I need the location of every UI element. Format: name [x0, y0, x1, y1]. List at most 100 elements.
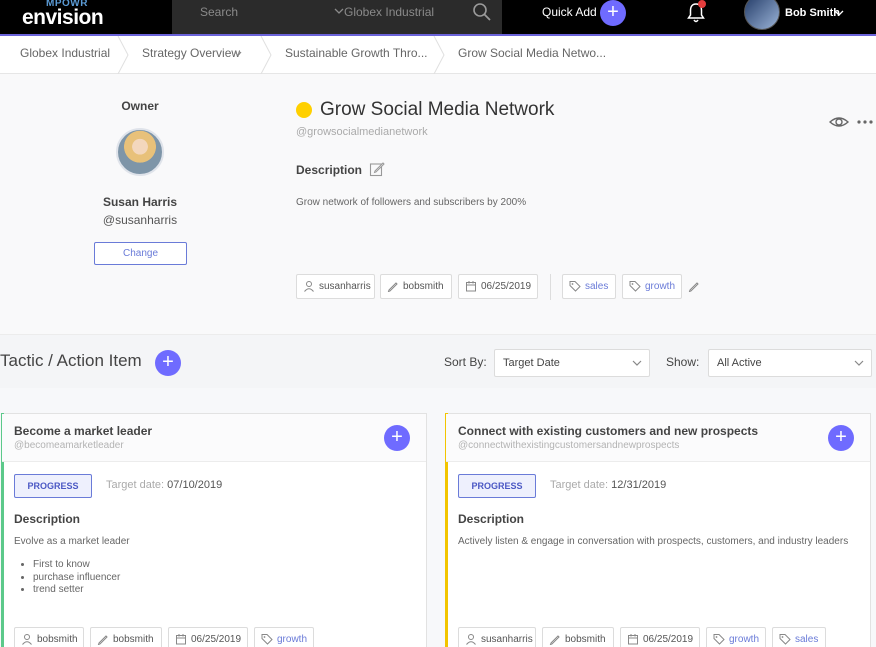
sort-by-select[interactable]: Target Date — [494, 349, 650, 377]
card-title[interactable]: Become a market leader — [14, 424, 152, 438]
tag-chip-growth[interactable]: growth — [254, 627, 314, 647]
change-owner-button[interactable]: Change — [94, 242, 187, 265]
breadcrumb-item-strategy[interactable]: Strategy Overview — [142, 46, 240, 60]
owner-label: Owner — [121, 99, 159, 113]
logo-envision-text: envision — [22, 6, 104, 29]
chevron-down-icon[interactable] — [233, 49, 243, 59]
add-action-item-button[interactable]: + — [384, 425, 410, 451]
chip-label: bobsmith — [37, 634, 78, 645]
chip-label: growth — [645, 281, 676, 292]
list-item: trend setter — [33, 584, 120, 597]
card-header: Become a market leader @becomeamarketlea… — [2, 414, 426, 462]
more-options-icon[interactable] — [856, 114, 874, 130]
card-description: Actively listen & engage in conversation… — [458, 536, 849, 547]
tactic-card[interactable]: Become a market leader @becomeamarketlea… — [1, 413, 427, 647]
user-avatar[interactable] — [744, 0, 780, 30]
target-date: Target date: 12/31/2019 — [550, 479, 666, 491]
owner-chip[interactable]: bobsmith — [14, 627, 84, 647]
owner-avatar — [116, 128, 164, 176]
user-name[interactable]: Bob Smith — [785, 7, 840, 19]
editor-chip[interactable]: bobsmith — [90, 627, 162, 647]
tactic-toolbar: Tactic / Action Item + Sort By: Target D… — [0, 334, 876, 388]
quick-add-button[interactable]: + — [600, 0, 626, 26]
user-icon — [22, 634, 32, 645]
search-bar[interactable]: Search Globex Industrial — [172, 0, 502, 34]
chip-label: 06/25/2019 — [481, 281, 532, 292]
chip-label: growth — [729, 634, 760, 645]
target-date-value: 07/10/2019 — [167, 479, 223, 491]
chevron-down-icon — [632, 360, 642, 366]
chip-divider — [550, 274, 551, 300]
target-date-value: 12/31/2019 — [611, 479, 667, 491]
tag-icon — [713, 634, 725, 645]
tag-icon — [261, 634, 273, 645]
editor-chip[interactable]: bobsmith — [380, 274, 452, 299]
edit-tags-icon[interactable] — [688, 280, 700, 292]
user-icon — [466, 634, 476, 645]
list-item: First to know — [33, 559, 120, 572]
top-navigation-bar: MPOWR envision Search Globex Industrial … — [0, 0, 876, 36]
card-header: Connect with existing customers and new … — [446, 414, 870, 462]
tag-chip-sales[interactable]: sales — [772, 627, 826, 647]
breadcrumb-item-objective[interactable]: Sustainable Growth Thro... — [285, 46, 428, 60]
chip-label: susanharris — [481, 634, 533, 645]
card-description: Evolve as a market leader — [14, 536, 130, 547]
date-chip[interactable]: 06/25/2019 — [620, 627, 700, 647]
status-badge[interactable]: PROGRESS — [14, 474, 92, 498]
chip-label: 06/25/2019 — [191, 634, 242, 645]
search-icon[interactable] — [472, 2, 492, 22]
description-label: Description — [458, 512, 525, 526]
pencil-icon — [549, 635, 560, 645]
owner-chip[interactable]: susanharris — [458, 627, 536, 647]
search-input[interactable]: Search — [200, 5, 238, 19]
breadcrumb-separator — [117, 36, 129, 74]
breadcrumb-item-goal[interactable]: Grow Social Media Netwo... — [458, 46, 606, 60]
goal-description: Grow network of followers and subscriber… — [296, 197, 527, 208]
chip-label: sales — [795, 634, 819, 645]
card-title[interactable]: Connect with existing customers and new … — [458, 424, 758, 438]
pencil-icon — [97, 635, 108, 645]
chip-label: bobsmith — [565, 634, 606, 645]
add-tactic-button[interactable]: + — [155, 350, 181, 376]
status-indicator[interactable] — [296, 102, 312, 118]
description-label: Description — [14, 512, 81, 526]
tag-chip-growth[interactable]: growth — [622, 274, 682, 299]
description-label: Description — [296, 163, 363, 177]
tactic-card[interactable]: Connect with existing customers and new … — [445, 413, 871, 647]
tag-chip-sales[interactable]: sales — [562, 274, 616, 299]
breadcrumb-item-org[interactable]: Globex Industrial — [20, 46, 110, 60]
bullet-list: First to know purchase influencer trend … — [33, 559, 120, 597]
calendar-icon — [176, 634, 186, 645]
date-chip[interactable]: 06/25/2019 — [168, 627, 248, 647]
tag-icon — [569, 281, 581, 292]
chip-label: sales — [585, 281, 609, 292]
chip-label: susanharris — [319, 281, 371, 292]
date-chip[interactable]: 06/25/2019 — [458, 274, 538, 299]
status-badge[interactable]: PROGRESS — [458, 474, 536, 498]
notification-badge — [698, 0, 706, 8]
chip-label: 06/25/2019 — [643, 634, 694, 645]
tag-chip-growth[interactable]: growth — [706, 627, 766, 647]
show-label: Show: — [666, 355, 700, 369]
quick-add-label[interactable]: Quick Add — [542, 5, 597, 19]
owner-chip[interactable]: susanharris — [296, 274, 375, 299]
tag-icon — [779, 634, 791, 645]
organization-selector[interactable]: Globex Industrial — [344, 5, 434, 19]
chip-label: growth — [277, 634, 308, 645]
goal-header: Owner Susan Harris @susanharris Change G… — [0, 74, 876, 334]
target-date: Target date: 07/10/2019 — [106, 479, 222, 491]
edit-icon[interactable] — [369, 161, 385, 177]
tag-icon — [629, 281, 641, 292]
chevron-down-icon — [854, 360, 864, 366]
show-filter-select[interactable]: All Active — [708, 349, 872, 377]
card-handle: @becomeamarketleader — [14, 440, 124, 451]
chevron-down-icon[interactable] — [833, 7, 845, 19]
app-logo[interactable]: MPOWR envision — [22, 0, 122, 34]
calendar-icon — [466, 281, 476, 292]
editor-chip[interactable]: bobsmith — [542, 627, 614, 647]
calendar-icon — [628, 634, 638, 645]
add-action-item-button[interactable]: + — [828, 425, 854, 451]
owner-name: Susan Harris — [102, 195, 178, 209]
chip-label: bobsmith — [403, 281, 444, 292]
eye-icon[interactable] — [829, 114, 849, 130]
